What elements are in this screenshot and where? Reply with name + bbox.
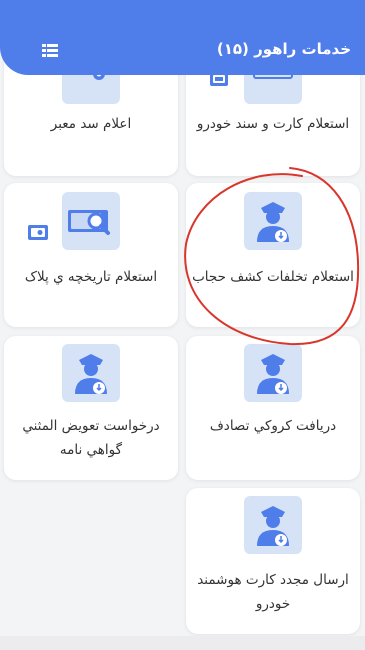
card-license-replacement-request[interactable]: درخواست تعویض المثني گواهي نامه [4,336,178,480]
card-label: درخواست تعویض المثني گواهي نامه [22,418,160,458]
card-accident-sketch[interactable]: دریافت کروکي تصادف [186,336,360,480]
police-officer-icon [62,344,120,402]
card-label: استعلام تخلفات کشف حجاب [192,269,354,285]
card-label: ارسال مجدد کارت هوشمند خودرو [197,572,349,612]
card-label: استعلام کارت و سند خودرو [196,116,350,132]
card-smart-card-resend[interactable]: ارسال مجدد کارت هوشمند خودرو [186,488,360,634]
list-view-icon[interactable] [42,42,58,57]
app-header: خدمات راهور (۱۵) [0,0,365,75]
card-hijab-violations-inquiry[interactable]: استعلام تخلفات کشف حجاب [186,183,360,327]
police-officer-icon [244,344,302,402]
card-label: اعلام سد معبر [50,116,132,132]
plate-badge-icon [28,225,48,240]
police-officer-icon [244,496,302,554]
page-title: خدمات راهور (۱۵) [216,40,351,58]
bottom-edge [0,636,365,650]
card-label: دریافت کروکي تصادف [209,418,337,434]
police-officer-icon [244,192,302,250]
card-label: استعلام تاریخچه ي پلاک [24,269,158,285]
card-plate-history-inquiry[interactable]: استعلام تاریخچه ي پلاک [4,183,178,327]
plate-search-icon [62,192,120,250]
